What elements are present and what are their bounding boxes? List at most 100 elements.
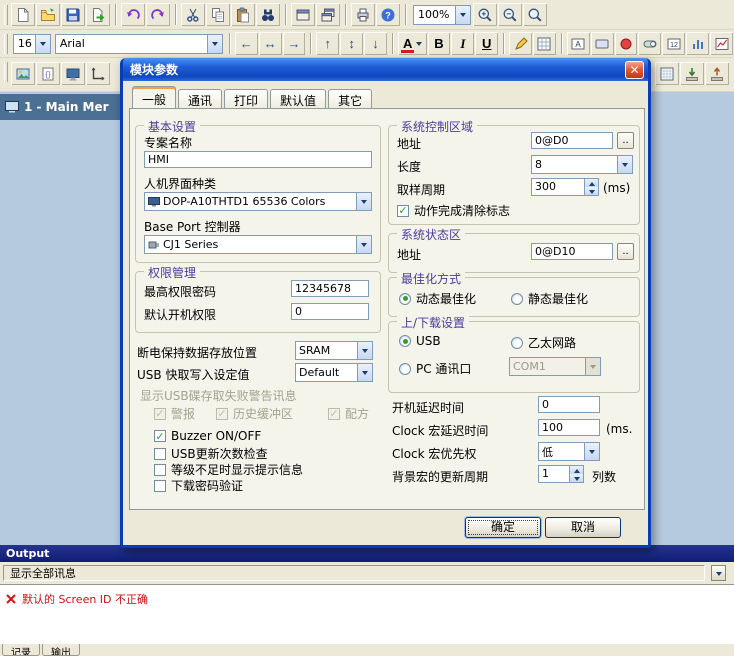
font-color-button[interactable]: A xyxy=(398,32,427,55)
italic-button[interactable]: I xyxy=(451,32,474,55)
ethernet-radio[interactable]: 乙太网路 xyxy=(511,334,576,351)
font-size-select[interactable]: 16 xyxy=(13,34,51,54)
save-button[interactable] xyxy=(61,3,85,26)
chevron-down-icon[interactable] xyxy=(356,236,371,253)
tab-log[interactable]: 记录 xyxy=(2,644,40,656)
move-horizontal-button[interactable]: ↔ xyxy=(259,32,282,55)
window-button[interactable] xyxy=(291,3,315,26)
zoom-in-button[interactable] xyxy=(473,3,497,26)
toolbar-grip[interactable] xyxy=(4,34,8,54)
bold-button[interactable]: B xyxy=(428,32,451,55)
clear-flag-checkbox[interactable]: 动作完成清除标志 xyxy=(397,202,510,219)
download-password-checkbox[interactable]: 下载密码验证 xyxy=(154,477,243,494)
toolbar-grip[interactable] xyxy=(4,5,8,25)
dialog-title-bar[interactable]: 模块参数 ✕ xyxy=(123,58,648,81)
grid-toggle-button[interactable] xyxy=(655,62,679,85)
chevron-down-icon[interactable] xyxy=(207,35,222,53)
tab-general[interactable]: 一般 xyxy=(132,86,176,108)
usb-radio[interactable]: USB xyxy=(399,334,441,348)
new-button[interactable] xyxy=(11,3,35,26)
move-right-button[interactable]: → xyxy=(283,32,306,55)
copy-button[interactable] xyxy=(206,3,230,26)
level-message-checkbox[interactable]: 等级不足时显示提示信息 xyxy=(154,461,303,478)
numeric-element-button[interactable]: 12 xyxy=(662,32,685,55)
status-address-browse-button[interactable]: .. xyxy=(617,243,634,260)
help-button[interactable]: ? xyxy=(376,3,400,26)
image-button[interactable] xyxy=(11,62,35,85)
bg-macro-spinner[interactable]: 1 xyxy=(538,465,584,483)
clock-delay-input[interactable] xyxy=(538,419,600,436)
paste-button[interactable] xyxy=(231,3,255,26)
cascade-windows-button[interactable] xyxy=(316,3,340,26)
sample-period-spinner[interactable]: 300 xyxy=(531,178,599,196)
control-length-select[interactable]: 8 xyxy=(531,155,633,174)
lamp-element-button[interactable] xyxy=(615,32,638,55)
tab-output[interactable]: 输出 xyxy=(42,644,80,656)
button-element-button[interactable] xyxy=(591,32,614,55)
tab-other[interactable]: 其它 xyxy=(328,89,372,108)
underline-button[interactable]: U xyxy=(475,32,498,55)
grid-button[interactable] xyxy=(533,32,556,55)
status-address-input[interactable] xyxy=(531,243,613,260)
export-button[interactable] xyxy=(86,3,110,26)
zoom-out-button[interactable] xyxy=(498,3,522,26)
switch-element-button[interactable] xyxy=(638,32,661,55)
clock-priority-select[interactable]: 低 xyxy=(538,442,600,461)
print-button[interactable] xyxy=(351,3,375,26)
spin-up-icon[interactable] xyxy=(585,179,598,187)
control-address-input[interactable] xyxy=(531,132,613,149)
text-element-button[interactable]: A xyxy=(567,32,590,55)
cancel-button[interactable]: 取消 xyxy=(545,517,621,538)
boot-level-input[interactable] xyxy=(291,303,369,320)
project-name-input[interactable] xyxy=(144,151,372,168)
redo-button[interactable] xyxy=(146,3,170,26)
tab-default[interactable]: 默认值 xyxy=(270,89,326,108)
chevron-down-icon[interactable] xyxy=(357,364,372,381)
buzzer-checkbox[interactable]: Buzzer ON/OFF xyxy=(154,429,261,443)
dynamic-optimization-radio[interactable]: 动态最佳化 xyxy=(399,290,476,307)
move-down-button[interactable]: ↓ xyxy=(364,32,387,55)
font-name-select[interactable]: Arial xyxy=(55,34,223,54)
macro-button[interactable]: {} xyxy=(36,62,60,85)
chevron-down-icon[interactable] xyxy=(455,6,470,24)
output-message-list[interactable]: 默认的 Screen ID 不正确 xyxy=(0,584,734,644)
output-filter-dropdown[interactable] xyxy=(711,565,726,581)
ok-button[interactable]: 确定 xyxy=(465,517,541,538)
storage-location-select[interactable]: SRAM xyxy=(295,341,373,360)
output-error-row[interactable]: 默认的 Screen ID 不正确 xyxy=(0,585,734,607)
chevron-down-icon[interactable] xyxy=(357,342,372,359)
tab-print[interactable]: 打印 xyxy=(224,89,268,108)
cut-button[interactable] xyxy=(181,3,205,26)
pencil-button[interactable] xyxy=(509,32,532,55)
trend-element-button[interactable] xyxy=(710,32,733,55)
zoom-fit-button[interactable] xyxy=(523,3,547,26)
hmi-type-select[interactable]: DOP-A10THTD1 65536 Colors xyxy=(144,192,372,211)
undo-button[interactable] xyxy=(121,3,145,26)
chevron-down-icon[interactable] xyxy=(35,35,50,53)
spin-down-icon[interactable] xyxy=(585,187,598,195)
output-filter-select[interactable]: 显示全部讯息 xyxy=(3,565,705,581)
download-button[interactable] xyxy=(680,62,704,85)
usb-cache-select[interactable]: Default xyxy=(295,363,373,382)
control-address-browse-button[interactable]: .. xyxy=(617,132,634,149)
screen-tab-main-menu[interactable]: 1 - Main Mer xyxy=(0,94,121,120)
chevron-down-icon[interactable] xyxy=(617,156,632,173)
toolbar-grip[interactable] xyxy=(4,62,8,82)
move-up-button[interactable]: ↑ xyxy=(316,32,339,55)
open-button[interactable] xyxy=(36,3,60,26)
zoom-select[interactable]: 100% xyxy=(413,5,471,25)
base-port-select[interactable]: CJ1 Series xyxy=(144,235,372,254)
chevron-down-icon[interactable] xyxy=(584,443,599,460)
origin-button[interactable] xyxy=(86,62,110,85)
upload-button[interactable] xyxy=(705,62,729,85)
bargraph-element-button[interactable] xyxy=(686,32,709,55)
screen-button[interactable] xyxy=(61,62,85,85)
max-password-input[interactable] xyxy=(291,280,369,297)
chevron-down-icon[interactable] xyxy=(356,193,371,210)
spin-up-icon[interactable] xyxy=(570,466,583,474)
spin-down-icon[interactable] xyxy=(570,474,583,482)
pc-com-radio[interactable]: PC 通讯口 xyxy=(399,360,471,377)
usb-update-check-checkbox[interactable]: USB更新次数检查 xyxy=(154,445,268,462)
tab-communication[interactable]: 通讯 xyxy=(178,89,222,108)
static-optimization-radio[interactable]: 静态最佳化 xyxy=(511,290,588,307)
